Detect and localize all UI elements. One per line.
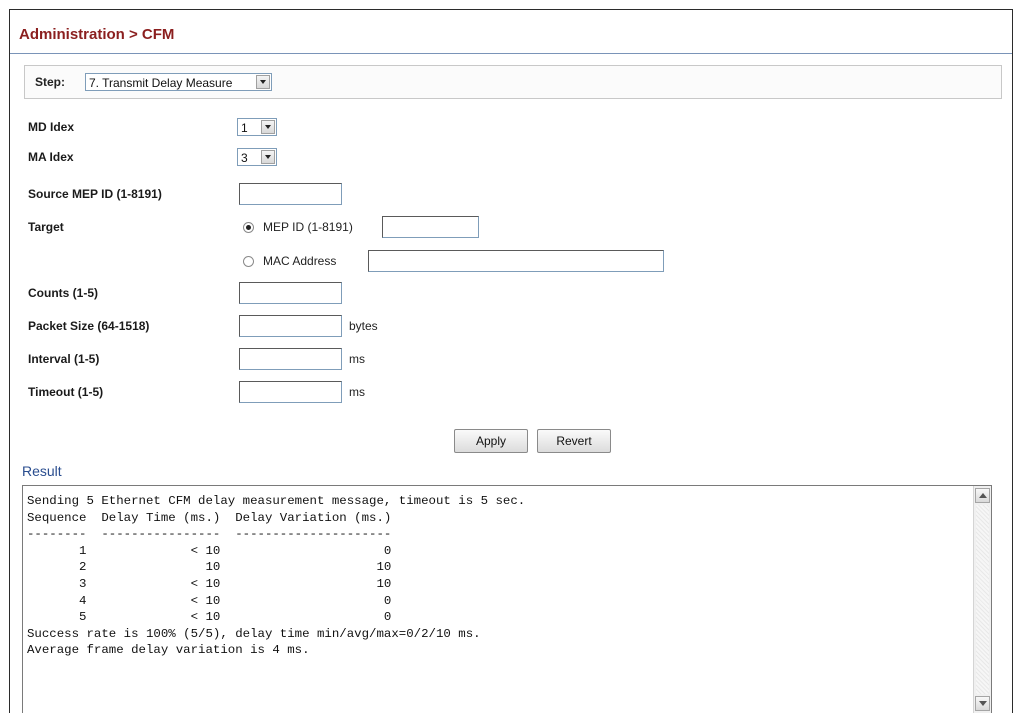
source-mep-label: Source MEP ID (1-8191) <box>28 187 162 201</box>
chevron-down-icon[interactable] <box>261 120 275 134</box>
interval-label: Interval (1-5) <box>28 352 100 366</box>
interval-input[interactable] <box>239 348 342 370</box>
result-text: Sending 5 Ethernet CFM delay measurement… <box>27 494 526 658</box>
step-select[interactable]: 7. Transmit Delay Measure <box>85 73 272 91</box>
timeout-unit: ms <box>349 385 365 399</box>
chevron-down-icon[interactable] <box>261 150 275 164</box>
revert-button[interactable]: Revert <box>537 429 611 453</box>
scroll-track[interactable] <box>976 505 989 694</box>
page-title: Administration > CFM <box>19 26 175 43</box>
scroll-down-icon[interactable] <box>975 696 990 711</box>
step-select-value: 7. Transmit Delay Measure <box>89 76 233 90</box>
counts-label: Counts (1-5) <box>28 286 98 300</box>
counts-input[interactable] <box>239 282 342 304</box>
result-textarea[interactable]: Sending 5 Ethernet CFM delay measurement… <box>22 485 992 713</box>
title-divider <box>10 53 1012 54</box>
target-label: Target <box>28 220 64 234</box>
target-mac-radio-label: MAC Address <box>263 254 337 268</box>
target-mep-radio[interactable] <box>243 222 254 233</box>
ma-index-value: 3 <box>241 151 248 165</box>
timeout-input[interactable] <box>239 381 342 403</box>
step-label: Step: <box>35 75 65 89</box>
apply-button[interactable]: Apply <box>454 429 528 453</box>
ma-index-select[interactable]: 3 <box>237 148 277 166</box>
md-index-select[interactable]: 1 <box>237 118 277 136</box>
scroll-up-icon[interactable] <box>975 488 990 503</box>
source-mep-input[interactable] <box>239 183 342 205</box>
step-bar: Step: 7. Transmit Delay Measure <box>24 65 1002 99</box>
target-mac-radio[interactable] <box>243 256 254 267</box>
vertical-scrollbar[interactable] <box>973 486 991 713</box>
target-mep-radio-label: MEP ID (1-8191) <box>263 220 353 234</box>
packet-size-unit: bytes <box>349 319 378 333</box>
result-title: Result <box>22 463 62 479</box>
target-mep-input[interactable] <box>382 216 479 238</box>
ma-index-label: MA Idex <box>28 150 74 164</box>
md-index-label: MD Idex <box>28 120 75 134</box>
chevron-down-icon[interactable] <box>256 75 270 89</box>
md-index-value: 1 <box>241 121 248 135</box>
timeout-label: Timeout (1-5) <box>28 385 104 399</box>
interval-unit: ms <box>349 352 365 366</box>
target-mac-input[interactable] <box>368 250 664 272</box>
packet-size-label: Packet Size (64-1518) <box>28 319 150 333</box>
packet-size-input[interactable] <box>239 315 342 337</box>
